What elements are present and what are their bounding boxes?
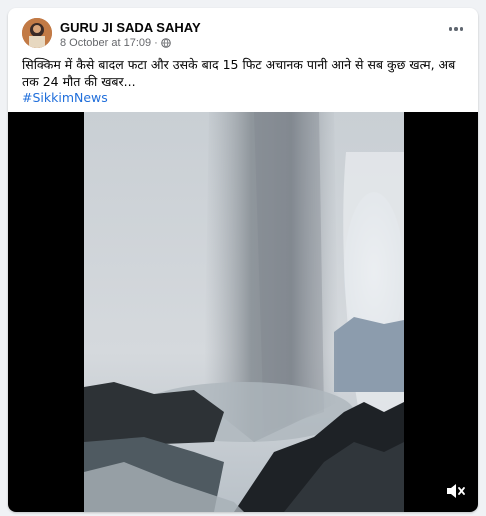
meta-separator: · bbox=[154, 37, 158, 49]
author-name[interactable]: GURU JI SADA SAHAY bbox=[60, 20, 201, 35]
hashtag-link[interactable]: #SikkimNews bbox=[22, 90, 108, 105]
author-avatar[interactable] bbox=[22, 18, 52, 48]
video-frame bbox=[84, 112, 404, 512]
post-meta: 8 October at 17:09 · bbox=[60, 37, 171, 49]
avatar-image bbox=[22, 18, 52, 48]
globe-icon bbox=[160, 38, 171, 48]
speaker-muted-icon[interactable] bbox=[444, 480, 466, 502]
more-options-icon[interactable] bbox=[446, 22, 466, 36]
post-timestamp[interactable]: 8 October at 17:09 bbox=[60, 37, 151, 49]
post-text: सिक्किम में कैसे बादल फटा और उसके बाद 15… bbox=[22, 57, 456, 89]
video-player[interactable] bbox=[8, 112, 478, 512]
post-card: GURU JI SADA SAHAY 8 October at 17:09 · … bbox=[8, 8, 478, 512]
